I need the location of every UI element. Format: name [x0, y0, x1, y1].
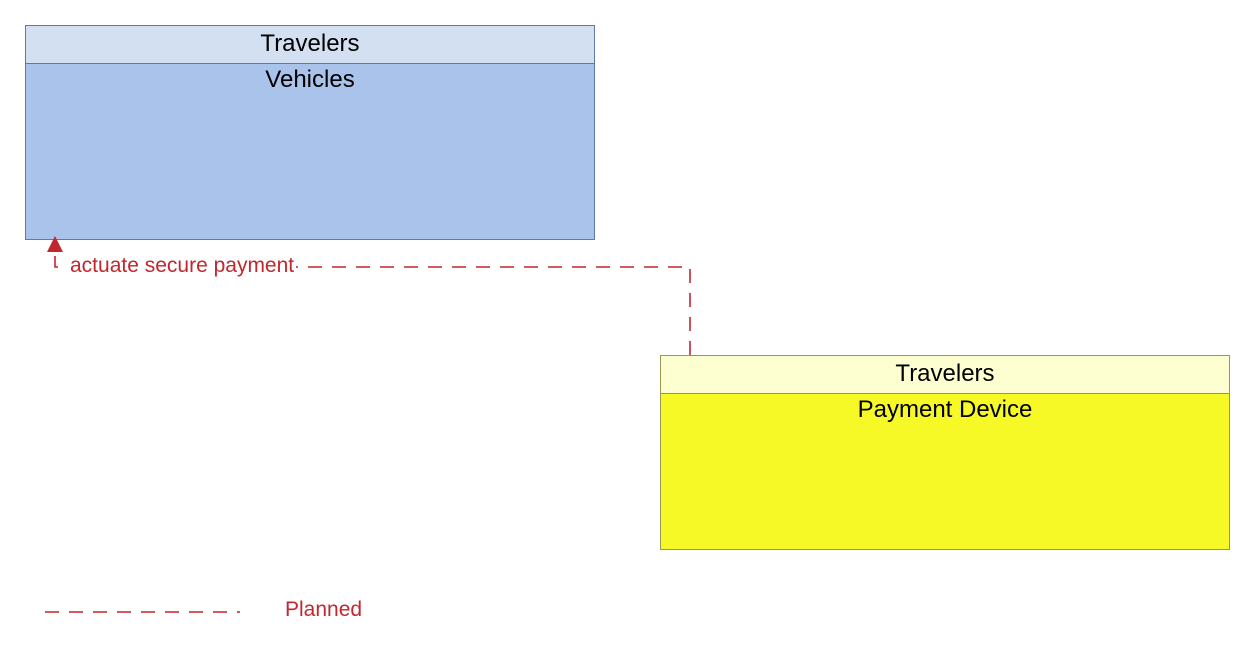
entity-box-vehicles: Travelers Vehicles: [25, 25, 595, 240]
entity-header-payment-device: Travelers: [661, 356, 1229, 394]
legend-line-planned: [45, 610, 245, 614]
entity-body-vehicles: Vehicles: [26, 64, 594, 239]
entity-body-payment-device: Payment Device: [661, 394, 1229, 549]
entity-box-payment-device: Travelers Payment Device: [660, 355, 1230, 550]
entity-header-vehicles: Travelers: [26, 26, 594, 64]
entity-header-label: Travelers: [260, 30, 359, 57]
flow-label-text: actuate secure payment: [70, 254, 294, 277]
entity-body-label: Vehicles: [26, 64, 594, 94]
legend-label-text: Planned: [285, 598, 362, 621]
entity-header-label: Travelers: [895, 360, 994, 387]
entity-body-label: Payment Device: [661, 394, 1229, 424]
flow-label-actuate-secure-payment: actuate secure payment: [68, 254, 296, 278]
legend-label-planned: Planned: [285, 598, 362, 622]
